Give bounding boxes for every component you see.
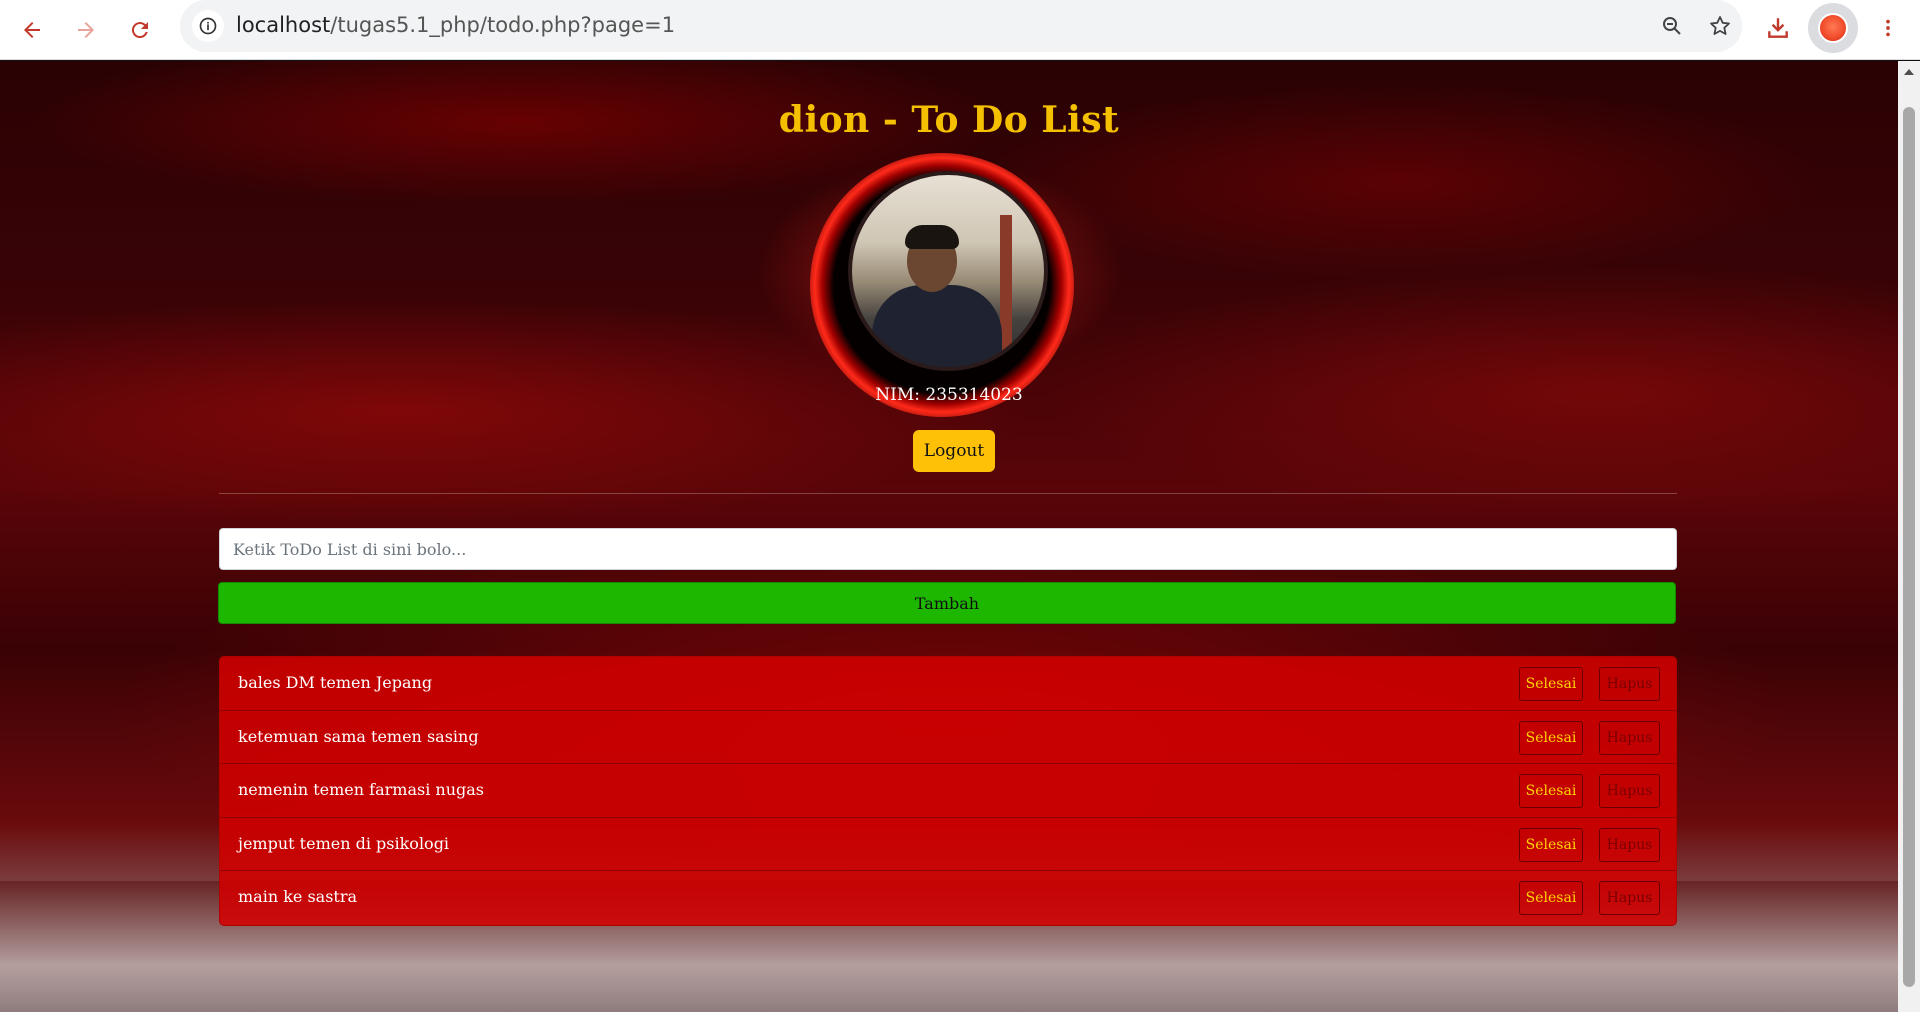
divider — [219, 493, 1677, 494]
photo-hair — [905, 225, 959, 249]
menu-kebab-icon[interactable] — [1868, 8, 1908, 48]
nim-text: NIM: 235314023 — [875, 385, 1023, 405]
vertical-scrollbar[interactable] — [1898, 61, 1920, 1012]
download-icon[interactable] — [1758, 8, 1798, 48]
bookmark-star-icon[interactable] — [1704, 10, 1736, 42]
list-item: bales DM temen Jepang Selesai Hapus — [220, 657, 1676, 711]
back-button[interactable] — [12, 10, 52, 50]
done-button[interactable]: Selesai — [1519, 774, 1583, 809]
done-button[interactable]: Selesai — [1519, 881, 1583, 916]
address-bar[interactable]: localhost/tugas5.1_php/todo.php?page=1 — [180, 0, 1742, 52]
done-button[interactable]: Selesai — [1519, 667, 1583, 701]
delete-button[interactable]: Hapus — [1599, 881, 1660, 916]
page-title: dion - To Do List — [778, 99, 1120, 141]
add-button[interactable]: Tambah — [218, 582, 1676, 624]
logout-button[interactable]: Logout — [913, 430, 995, 472]
delete-button[interactable]: Hapus — [1599, 827, 1660, 862]
page-viewport: dion - To Do List NIM: 235314023 Logout … — [0, 61, 1898, 1012]
back-arrow-icon — [24, 22, 40, 38]
todo-text: bales DM temen Jepang — [238, 673, 433, 692]
list-item: main ke sastra Selesai Hapus — [220, 871, 1676, 925]
scroll-thumb[interactable] — [1903, 107, 1915, 987]
profile-photo — [848, 171, 1048, 371]
todo-text: main ke sastra — [238, 887, 358, 907]
delete-button[interactable]: Hapus — [1599, 720, 1660, 755]
browser-toolbar: localhost/tugas5.1_php/todo.php?page=1 — [0, 0, 1920, 60]
url-text: localhost/tugas5.1_php/todo.php?page=1 — [236, 13, 675, 37]
profile-avatar-icon — [1818, 13, 1848, 43]
profile-button[interactable] — [1808, 3, 1858, 53]
url-path: /tugas5.1_php/todo.php?page=1 — [330, 13, 676, 37]
todo-text: jemput temen di psikologi — [238, 833, 450, 853]
done-button[interactable]: Selesai — [1519, 827, 1583, 862]
photo-body — [872, 285, 1002, 367]
scroll-up-arrow-icon[interactable] — [1904, 69, 1914, 75]
reload-button[interactable] — [120, 10, 160, 50]
todo-input[interactable] — [219, 528, 1677, 570]
delete-button[interactable]: Hapus — [1599, 774, 1660, 809]
list-item: jemput temen di psikologi Selesai Hapus — [220, 817, 1676, 872]
todo-list: bales DM temen Jepang Selesai Hapus kete… — [219, 656, 1677, 926]
list-item: ketemuan sama temen sasing Selesai Hapus — [220, 710, 1676, 765]
delete-button[interactable]: Hapus — [1599, 667, 1660, 701]
list-item: nemenin temen farmasi nugas Selesai Hapu… — [220, 764, 1676, 818]
todo-text: ketemuan sama temen sasing — [238, 726, 479, 746]
forward-arrow-icon — [78, 22, 94, 38]
done-button[interactable]: Selesai — [1519, 720, 1583, 755]
forward-button[interactable] — [66, 10, 106, 50]
reload-icon — [131, 22, 148, 39]
url-host: localhost — [236, 13, 331, 37]
zoom-icon[interactable] — [1656, 10, 1688, 42]
todo-text: nemenin temen farmasi nugas — [238, 780, 484, 800]
site-info-icon[interactable] — [192, 10, 224, 42]
